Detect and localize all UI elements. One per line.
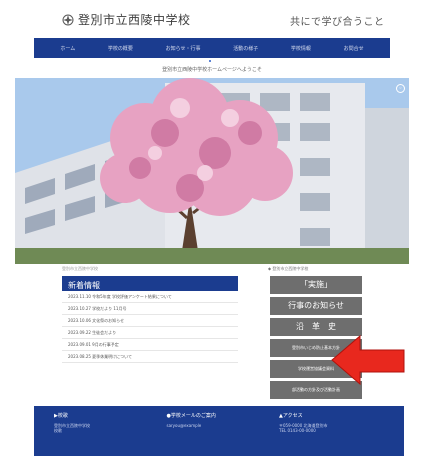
nav-item-home[interactable]: ホーム	[60, 45, 75, 52]
page: 登別市立西陵中学校 共にで学び合うこと ホーム 学校の概要 お知らせ・行事 活動…	[0, 0, 424, 456]
nav-item-info[interactable]: 学校情報	[291, 45, 311, 52]
footer-heading[interactable]: ●学校メールのご案内	[167, 412, 272, 419]
footer-text: 校歌	[54, 428, 62, 433]
list-item[interactable]: 2023.08.25 夏季休業明けについて	[62, 351, 238, 363]
list-item[interactable]: 2023.10.06 文化祭のお知らせ	[62, 315, 238, 327]
nav-item-news[interactable]: お知らせ・行事	[166, 45, 201, 52]
footer-text: TEL 0143-00-0000	[279, 428, 316, 433]
site-header: 登別市立西陵中学校 共にで学び合うこと	[0, 0, 424, 38]
red-arrow-icon	[331, 334, 405, 386]
school-name: 登別市立西陵中学校	[78, 13, 191, 27]
list-item[interactable]: 2023.10.27 学校だより 11月号	[62, 303, 238, 315]
nav-item-overview[interactable]: 学校の概要	[108, 45, 133, 52]
main-nav: ホーム 学校の概要 お知らせ・行事 活動の様子 学校情報 お問合せ	[34, 38, 390, 58]
nav-item-contact[interactable]: お問合せ	[344, 45, 364, 52]
news-title: 新着情報	[62, 276, 238, 291]
list-item[interactable]: 2023.11.10 令和5年度 学校評価アンケート結果について	[62, 291, 238, 303]
site-subtitle: 登別市立西陵中学校ホームページへようこそ	[162, 67, 262, 73]
button-events[interactable]: 行事のお知らせ	[270, 297, 362, 315]
button-jisshi[interactable]: 「実施」	[270, 276, 362, 294]
slideshow-control-icon[interactable]: ◦	[396, 84, 405, 93]
news-panel: 新着情報 2023.11.10 令和5年度 学校評価アンケート結果について 20…	[62, 276, 238, 386]
nav-item-activities[interactable]: 活動の様子	[233, 45, 258, 52]
tagline: 共にで学び合うこと	[290, 17, 385, 28]
footer-access: ▲アクセス 〒059-0000 北海道登別市 TEL 0143-00-0000	[279, 412, 384, 450]
site-footer: ▶校歌 登別市立西陵中学校 校歌 ●学校メールのご案内 saryou@examp…	[34, 406, 404, 456]
news-list: 2023.11.10 令和5年度 学校評価アンケート結果について 2023.10…	[62, 291, 238, 363]
list-item[interactable]: 2023.09.01 9月の行事予定	[62, 339, 238, 351]
footer-school-song: ▶校歌 登別市立西陵中学校 校歌	[54, 412, 159, 450]
list-item[interactable]: 2023.09.22 生徒会だより	[62, 327, 238, 339]
footer-heading[interactable]: ▶校歌	[54, 412, 159, 419]
hero-photo	[15, 78, 409, 264]
school-logo[interactable]: 登別市立西陵中学校	[62, 11, 191, 28]
footer-heading[interactable]: ▲アクセス	[279, 412, 384, 419]
hero-image: ◦	[15, 78, 409, 264]
footer-mail: ●学校メールのご案内 saryou@example	[167, 412, 272, 450]
hero-caption: 登別市立西陵中学校	[62, 266, 98, 271]
footer-text: saryou@example	[166, 423, 202, 428]
nav-indicator	[209, 60, 211, 62]
school-emblem-icon	[62, 14, 74, 25]
side-caption: ◆ 登別市立西陵中学校	[268, 266, 309, 271]
